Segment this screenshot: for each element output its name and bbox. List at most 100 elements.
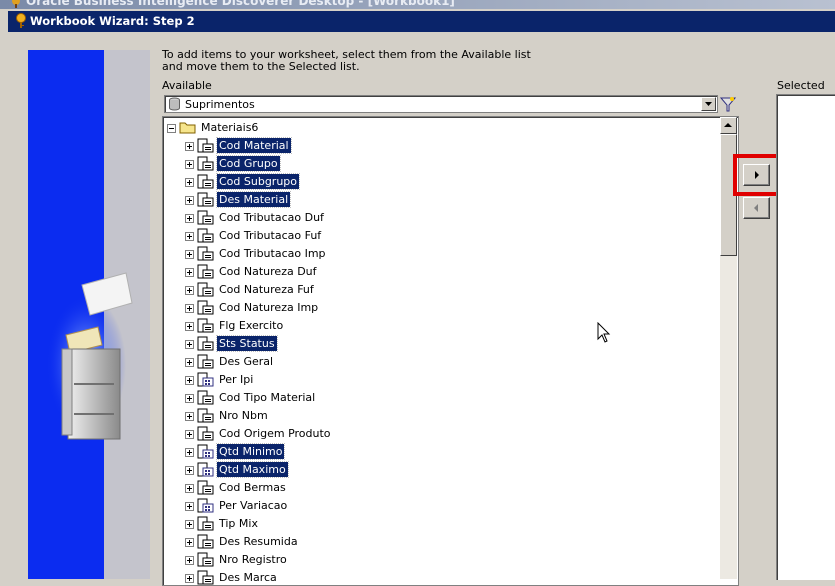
expand-icon[interactable]: [185, 160, 194, 169]
wizard-instructions: To add items to your worksheet, select t…: [162, 48, 531, 73]
wizard-title: Workbook Wizard: Step 2: [30, 14, 195, 28]
filing-cabinet-illustration: [46, 272, 133, 440]
tree-item-label: Cod Natureza Duf: [219, 265, 317, 278]
folder-label: Materiais6: [201, 121, 259, 134]
tree-item-row[interactable]: Cod Natureza Imp: [163, 299, 718, 317]
tree-item-row[interactable]: Per Variacao: [163, 497, 718, 515]
tree-item-label: Cod Tributacao Fuf: [219, 229, 322, 242]
expand-icon[interactable]: [185, 268, 194, 277]
discoverer-key-icon: [14, 13, 28, 32]
expand-icon[interactable]: [185, 214, 194, 223]
expand-icon[interactable]: [185, 304, 194, 313]
available-label: Available: [162, 79, 212, 92]
expand-icon[interactable]: [185, 340, 194, 349]
tree-item-row[interactable]: Des Resumida: [163, 533, 718, 551]
expand-icon[interactable]: [185, 556, 194, 565]
tree-item-row[interactable]: Cod Subgrupo: [163, 173, 718, 191]
tree-item-label: Nro Registro: [219, 553, 287, 566]
tree-item-row[interactable]: Cod Origem Produto: [163, 425, 718, 443]
app-title: Oracle Business Intelligence Discoverer …: [26, 0, 455, 8]
expand-icon[interactable]: [185, 250, 194, 259]
selected-items-list[interactable]: [776, 94, 835, 580]
scroll-up-button[interactable]: [720, 117, 737, 134]
expand-icon[interactable]: [185, 448, 194, 457]
app-title-bar: Oracle Business Intelligence Discoverer …: [0, 0, 835, 9]
tree-item-label: Cod Material: [216, 137, 292, 154]
tree-item-label: Cod Natureza Fuf: [219, 283, 314, 296]
chevron-down-icon[interactable]: [701, 97, 716, 111]
move-to-selected-button[interactable]: [743, 164, 770, 186]
tree-item-label: Tip Mix: [219, 517, 258, 530]
tree-item-label: Qtd Maximo: [216, 461, 289, 478]
move-left-arrow-icon: [754, 204, 758, 212]
tree-item-label: Qtd Minimo: [215, 443, 286, 460]
tree-item-row[interactable]: Cod Natureza Duf: [163, 263, 718, 281]
expand-icon[interactable]: [185, 466, 194, 475]
selected-label: Selected: [777, 79, 825, 92]
business-area-value: Suprimentos: [185, 98, 255, 111]
expand-icon[interactable]: [185, 196, 194, 205]
tree-item-row[interactable]: Flg Exercito: [163, 317, 718, 335]
expand-icon[interactable]: [185, 538, 194, 547]
remove-from-selected-button[interactable]: [743, 197, 770, 219]
tree-folder-row[interactable]: Materiais6: [163, 119, 718, 137]
collapse-icon[interactable]: [167, 124, 176, 133]
expand-icon[interactable]: [185, 394, 194, 403]
tree-item-label: Cod Grupo: [216, 155, 281, 172]
tree-item-label: Des Marca: [219, 571, 277, 584]
tree-item-row[interactable]: Cod Material: [163, 137, 718, 155]
tree-item-label: Flg Exercito: [219, 319, 284, 332]
tree-item-label: Cod Origem Produto: [219, 427, 331, 440]
tree-item-label: Nro Nbm: [219, 409, 268, 422]
tree-item-row[interactable]: Cod Bermas: [163, 479, 718, 497]
tree-item-row[interactable]: Des Marca: [163, 569, 718, 585]
tree-item-label: Sts Status: [216, 335, 278, 352]
expand-icon[interactable]: [185, 376, 194, 385]
tree-item-row[interactable]: Nro Registro: [163, 551, 718, 569]
tree-item-row[interactable]: Cod Tributacao Duf: [163, 209, 718, 227]
tree-item-label: Des Resumida: [219, 535, 298, 548]
expand-icon[interactable]: [185, 232, 194, 241]
tree-item-row[interactable]: Cod Grupo: [163, 155, 718, 173]
tree-item-row[interactable]: Des Material: [163, 191, 718, 209]
tree-item-label: Cod Tributacao Duf: [219, 211, 324, 224]
folder-icon: [179, 120, 197, 137]
tree-item-row[interactable]: Qtd Minimo: [163, 443, 718, 461]
text-item-icon: [197, 570, 215, 585]
tree-item-row[interactable]: Tip Mix: [163, 515, 718, 533]
tree-item-row[interactable]: Qtd Maximo: [163, 461, 718, 479]
tree-item-label: Des Geral: [219, 355, 274, 368]
expand-icon[interactable]: [185, 484, 194, 493]
expand-icon[interactable]: [185, 412, 194, 421]
tree-item-label: Des Material: [215, 191, 292, 208]
tree-item-row[interactable]: Cod Tributacao Imp: [163, 245, 718, 263]
tree-item-row[interactable]: Des Geral: [163, 353, 718, 371]
tree-item-row[interactable]: Cod Tipo Material: [163, 389, 718, 407]
database-icon: [168, 97, 181, 114]
tree-item-row[interactable]: Per Ipi: [163, 371, 718, 389]
move-right-arrow-icon: [755, 171, 759, 179]
tree-item-label: Per Ipi: [219, 373, 254, 386]
wizard-side-graphic: [28, 50, 150, 579]
expand-icon[interactable]: [185, 142, 194, 151]
wizard-title-bar: Workbook Wizard: Step 2: [8, 11, 835, 32]
tree-item-label: Per Variacao: [219, 499, 288, 512]
expand-icon[interactable]: [185, 322, 194, 331]
mouse-pointer-icon: [597, 322, 611, 343]
discoverer-app-icon: [10, 0, 22, 9]
tree-item-label: Cod Subgrupo: [215, 173, 301, 190]
expand-icon[interactable]: [185, 178, 194, 187]
tree-item-row[interactable]: Cod Natureza Fuf: [163, 281, 718, 299]
business-area-dropdown[interactable]: Suprimentos: [164, 95, 718, 113]
expand-icon[interactable]: [185, 430, 194, 439]
tree-item-row[interactable]: Sts Status: [163, 335, 718, 353]
available-items-tree[interactable]: Materiais6 Cod Material Cod Grupo Cod Subg…: [162, 116, 739, 586]
expand-icon[interactable]: [185, 502, 194, 511]
expand-icon[interactable]: [185, 358, 194, 367]
expand-icon[interactable]: [185, 520, 194, 529]
expand-icon[interactable]: [185, 286, 194, 295]
tree-item-row[interactable]: Nro Nbm: [163, 407, 718, 425]
tree-item-row[interactable]: Cod Tributacao Fuf: [163, 227, 718, 245]
filter-icon[interactable]: [719, 95, 737, 116]
tree-item-label: Cod Tributacao Imp: [219, 247, 326, 260]
